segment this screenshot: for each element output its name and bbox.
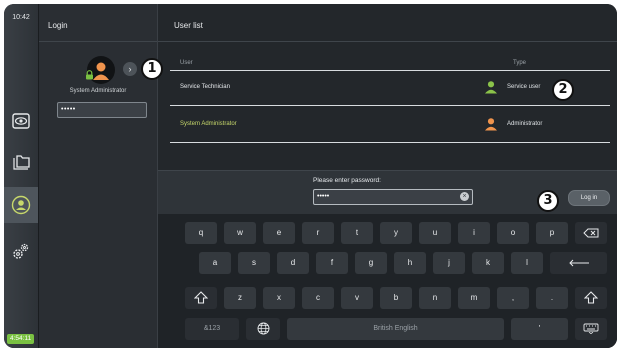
key-t[interactable]: t xyxy=(341,222,373,244)
on-screen-keyboard: q w e r t y u i o p a s d f g h j k l z … xyxy=(158,214,617,348)
key-m[interactable]: m xyxy=(458,287,490,309)
key-n[interactable]: n xyxy=(419,287,451,309)
password-field[interactable]: ••••• xyxy=(57,102,147,118)
column-header-user: User xyxy=(180,60,193,66)
key-f[interactable]: f xyxy=(316,252,348,274)
user-name: System Administrator xyxy=(180,121,237,127)
eye-icon xyxy=(12,113,30,129)
next-user-button[interactable]: › xyxy=(123,62,137,76)
key-c[interactable]: c xyxy=(302,287,334,309)
key-d[interactable]: d xyxy=(277,252,309,274)
key-q[interactable]: q xyxy=(185,222,217,244)
backspace-key[interactable] xyxy=(575,222,607,244)
chevron-right-icon: › xyxy=(128,64,132,74)
key-u[interactable]: u xyxy=(419,222,451,244)
user-row-system-administrator[interactable]: System Administrator Administrator xyxy=(170,108,610,142)
callout-3: 3 xyxy=(537,190,559,212)
camera-view-button[interactable] xyxy=(9,110,33,132)
callout-2: 2 xyxy=(552,79,574,101)
shift-key-right[interactable] xyxy=(575,287,607,309)
service-user-icon xyxy=(485,81,497,94)
key-o[interactable]: o xyxy=(497,222,529,244)
battery-indicator: 4:54:11 xyxy=(7,334,35,344)
user-icon xyxy=(11,195,31,215)
files-button[interactable] xyxy=(9,152,33,174)
clear-icon[interactable]: × xyxy=(460,192,469,201)
key-v[interactable]: v xyxy=(341,287,373,309)
key-h[interactable]: h xyxy=(394,252,426,274)
key-b[interactable]: b xyxy=(380,287,412,309)
user-list-panel: User list User Type Service Technician S… xyxy=(158,4,617,348)
row-divider xyxy=(170,142,610,143)
globe-icon xyxy=(257,322,269,335)
user-list-title: User list xyxy=(174,21,203,30)
key-k[interactable]: k xyxy=(472,252,504,274)
user-login-button[interactable] xyxy=(9,194,33,216)
shift-icon xyxy=(193,291,209,304)
key-e[interactable]: e xyxy=(263,222,295,244)
key-period[interactable]: . xyxy=(536,287,568,309)
clock: 10:42 xyxy=(12,14,30,21)
password-prompt-label: Please enter password: xyxy=(313,177,381,184)
callout-1: 1 xyxy=(141,58,163,80)
selected-user-name: System Administrator xyxy=(69,88,127,94)
key-r[interactable]: r xyxy=(302,222,334,244)
settings-button[interactable] xyxy=(9,240,33,262)
shift-key-left[interactable] xyxy=(185,287,217,309)
key-comma[interactable]: , xyxy=(497,287,529,309)
numbers-key[interactable]: &123 xyxy=(185,318,239,340)
language-key[interactable] xyxy=(246,318,280,340)
key-j[interactable]: j xyxy=(433,252,465,274)
divider xyxy=(39,41,157,42)
navigation-rail: 10:42 4:54:11 xyxy=(4,4,39,348)
enter-key[interactable] xyxy=(550,252,607,274)
gears-icon xyxy=(13,243,29,259)
column-header-type: Type xyxy=(513,60,527,66)
folder-icon xyxy=(13,155,30,170)
divider xyxy=(158,41,617,42)
enter-icon xyxy=(568,259,589,267)
lock-icon xyxy=(86,70,93,80)
shift-icon xyxy=(583,291,599,304)
log-in-button[interactable]: Log in xyxy=(568,190,610,206)
login-panel: Login › System Administrator ••••• xyxy=(39,4,158,348)
key-g[interactable]: g xyxy=(355,252,387,274)
keyboard-icon xyxy=(583,323,599,335)
key-apostrophe[interactable]: ' xyxy=(511,318,568,340)
hide-keyboard-key[interactable] xyxy=(575,318,607,340)
key-z[interactable]: z xyxy=(224,287,256,309)
password-input[interactable]: ••••• × xyxy=(313,189,473,205)
user-type: Service user xyxy=(507,84,541,90)
backspace-icon xyxy=(583,228,599,238)
key-l[interactable]: l xyxy=(511,252,543,274)
key-y[interactable]: y xyxy=(380,222,412,244)
key-x[interactable]: x xyxy=(263,287,295,309)
key-a[interactable]: a xyxy=(199,252,231,274)
user-name: Service Technician xyxy=(180,84,230,90)
login-title: Login xyxy=(48,21,68,30)
key-w[interactable]: w xyxy=(224,222,256,244)
user-type: Administrator xyxy=(507,121,543,127)
key-s[interactable]: s xyxy=(238,252,270,274)
space-bar[interactable]: British English xyxy=(287,318,504,340)
password-value: ••••• xyxy=(317,193,330,200)
key-p[interactable]: p xyxy=(536,222,568,244)
user-row-service-technician[interactable]: Service Technician Service user xyxy=(170,70,610,106)
device-screen: 10:42 4:54:11 Login › System Administrat… xyxy=(4,4,617,348)
key-i[interactable]: i xyxy=(458,222,490,244)
administrator-icon xyxy=(485,118,497,131)
